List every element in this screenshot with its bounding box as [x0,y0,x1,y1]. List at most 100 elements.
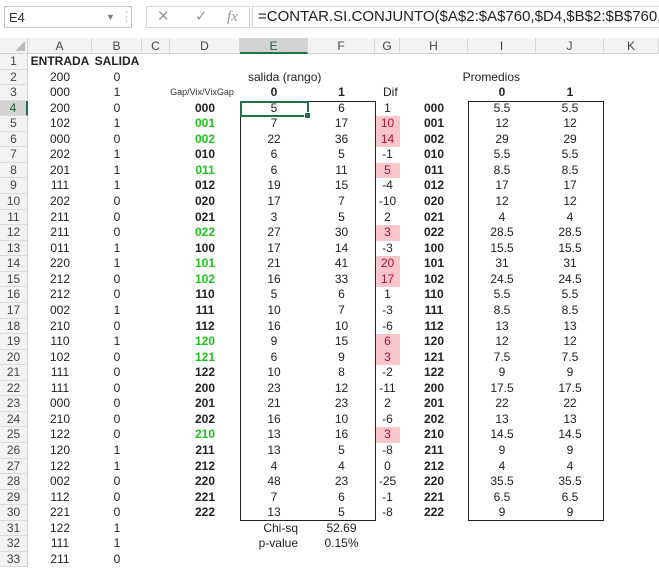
entrada-cell[interactable]: 110 [28,334,92,350]
row-header-13[interactable]: 13 [0,240,28,257]
entrada-cell[interactable]: 122 [28,459,92,475]
promedio-1-cell[interactable]: 14.5 [536,427,604,443]
promedio-0-cell[interactable]: 12 [468,116,536,132]
code-cell[interactable]: 202 [170,412,240,428]
entrada-cell[interactable]: 212 [28,272,92,288]
column-header-k[interactable]: K [604,38,659,54]
row-header-10[interactable]: 10 [0,194,28,210]
promedio-code-cell[interactable]: 122 [400,365,468,381]
row-header-23[interactable]: 23 [0,396,28,412]
entrada-cell[interactable]: 111 [28,536,92,552]
p-value-label[interactable]: p-value [240,536,308,552]
dif-cell[interactable]: 1 [375,101,400,117]
row-header-18[interactable]: 18 [0,318,28,335]
select-all-button[interactable] [0,38,28,54]
salida-cell[interactable]: 0 [92,287,142,303]
promedio-0-cell[interactable]: 4 [468,459,536,475]
count-salida-0-cell[interactable]: 16 [240,272,308,288]
entrada-cell[interactable]: 200 [28,101,92,117]
promedio-1-cell[interactable]: 4 [536,210,604,226]
column-header-j[interactable]: J [536,38,604,54]
dif-cell[interactable]: 2 [375,396,400,412]
column-header-d[interactable]: D [170,38,240,54]
promedio-0-cell[interactable]: 12 [468,194,536,210]
promedio-1-cell[interactable]: 12 [536,334,604,350]
row-header-22[interactable]: 22 [0,380,28,397]
header-entrada[interactable]: ENTRADA [28,54,92,70]
promedio-0-cell[interactable]: 35.5 [468,474,536,490]
dif-cell[interactable]: -8 [375,505,400,521]
row-header-15[interactable]: 15 [0,271,28,288]
promedio-1-cell[interactable]: 4 [536,459,604,475]
count-salida-0-cell[interactable]: 21 [240,256,308,272]
entrada-cell[interactable]: 211 [28,552,92,568]
header-promedio-0[interactable]: 0 [468,85,536,101]
count-salida-1-cell[interactable]: 41 [308,256,375,272]
count-salida-1-cell[interactable]: 15 [308,334,375,350]
promedio-code-cell[interactable]: 212 [400,459,468,475]
promedio-code-cell[interactable]: 101 [400,256,468,272]
salida-cell[interactable]: 0 [92,412,142,428]
code-cell[interactable]: 010 [170,147,240,163]
entrada-cell[interactable]: 000 [28,132,92,148]
row-header-27[interactable]: 27 [0,458,28,475]
row-header-29[interactable]: 29 [0,489,28,506]
promedio-1-cell[interactable]: 17 [536,178,604,194]
header-dif[interactable]: Dif [375,85,400,101]
salida-cell[interactable]: 0 [92,210,142,226]
row-header-33[interactable]: 33 [0,551,28,568]
cancel-icon[interactable]: ✕ [157,7,170,27]
row-header-26[interactable]: 26 [0,443,28,459]
code-cell[interactable]: 101 [170,256,240,272]
salida-cell[interactable]: 0 [92,350,142,366]
column-header-h[interactable]: H [400,38,468,54]
promedio-code-cell[interactable]: 112 [400,319,468,335]
count-salida-0-cell[interactable]: 13 [240,443,308,459]
code-cell[interactable]: 201 [170,396,240,412]
count-salida-1-cell[interactable]: 10 [308,319,375,335]
code-cell[interactable]: 200 [170,381,240,397]
entrada-cell[interactable]: 002 [28,474,92,490]
promedio-1-cell[interactable]: 12 [536,116,604,132]
promedio-code-cell[interactable]: 210 [400,427,468,443]
promedio-code-cell[interactable]: 012 [400,178,468,194]
row-header-32[interactable]: 32 [0,536,28,552]
code-cell[interactable]: 102 [170,272,240,288]
entrada-cell[interactable]: 122 [28,521,92,537]
code-cell[interactable]: 210 [170,427,240,443]
dif-cell[interactable]: 10 [375,116,400,132]
promedio-0-cell[interactable]: 28.5 [468,225,536,241]
entrada-cell[interactable]: 102 [28,116,92,132]
dif-cell[interactable]: 2 [375,210,400,226]
count-salida-1-cell[interactable]: 17 [308,116,375,132]
count-salida-1-cell[interactable]: 7 [308,194,375,210]
entrada-cell[interactable]: 220 [28,256,92,272]
code-cell[interactable]: 020 [170,194,240,210]
count-salida-1-cell[interactable]: 7 [308,303,375,319]
count-salida-1-cell[interactable]: 5 [308,210,375,226]
promedio-0-cell[interactable]: 22 [468,396,536,412]
promedio-code-cell[interactable]: 002 [400,132,468,148]
count-salida-0-cell[interactable]: 22 [240,132,308,148]
promedio-1-cell[interactable]: 5.5 [536,287,604,303]
count-salida-0-cell[interactable]: 7 [240,490,308,506]
salida-cell[interactable]: 0 [92,132,142,148]
count-salida-0-cell[interactable]: 10 [240,303,308,319]
promedio-1-cell[interactable]: 15.5 [536,241,604,257]
row-header-16[interactable]: 16 [0,287,28,303]
salida-cell[interactable]: 0 [92,319,142,335]
row-header-30[interactable]: 30 [0,505,28,521]
count-salida-1-cell[interactable]: 9 [308,350,375,366]
code-cell[interactable]: 121 [170,350,240,366]
code-cell[interactable]: 000 [170,101,240,117]
salida-cell[interactable]: 0 [92,490,142,506]
salida-cell[interactable]: 1 [92,536,142,552]
salida-cell[interactable]: 1 [92,163,142,179]
code-cell[interactable]: 011 [170,163,240,179]
dif-cell[interactable]: -4 [375,178,400,194]
dif-cell[interactable]: -3 [375,303,400,319]
row-header-31[interactable]: 31 [0,520,28,537]
promedio-1-cell[interactable]: 13 [536,319,604,335]
salida-cell[interactable]: 1 [92,147,142,163]
promedio-code-cell[interactable]: 202 [400,412,468,428]
